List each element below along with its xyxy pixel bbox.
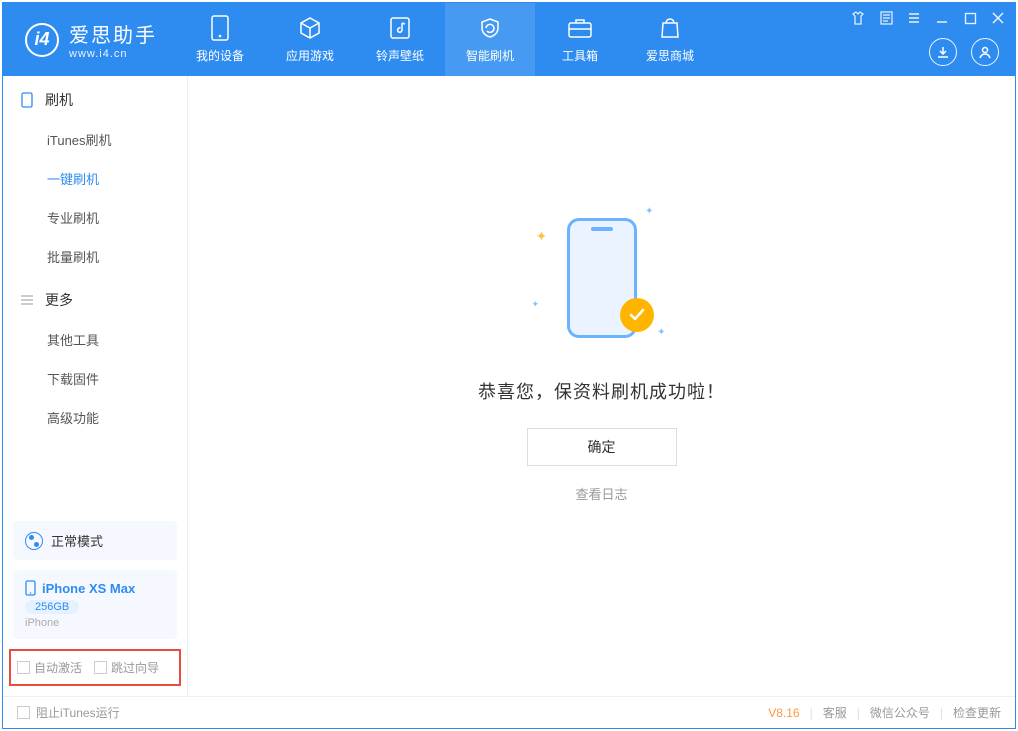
device-name: iPhone XS Max (42, 581, 135, 596)
nav-label: 爱思商城 (646, 47, 694, 64)
sidebar: 刷机 iTunes刷机 一键刷机 专业刷机 批量刷机 更多 其他工具 下载固件 … (3, 76, 188, 696)
user-button[interactable] (971, 38, 999, 66)
check-update-link[interactable]: 检查更新 (953, 704, 1001, 721)
shirt-icon[interactable] (849, 9, 867, 27)
device-type: iPhone (25, 617, 165, 629)
storage-badge: 256GB (25, 600, 79, 614)
sidebar-item-pro-flash[interactable]: 专业刷机 (3, 198, 187, 237)
device-icon (19, 92, 35, 108)
sidebar-item-download-firmware[interactable]: 下载固件 (3, 359, 187, 398)
app-window: i4 爱思助手 www.i4.cn 我的设备 应用游戏 (2, 2, 1016, 729)
mode-label: 正常模式 (51, 531, 103, 550)
app-subtitle: www.i4.cn (69, 48, 157, 60)
main-content: ✦ ✦ ✦ ✦ 恭喜您，保资料刷机成功啦！ 确定 查看日志 (188, 76, 1015, 696)
phone-icon (207, 15, 233, 41)
sidebar-item-batch-flash[interactable]: 批量刷机 (3, 237, 187, 276)
sidebar-item-other-tools[interactable]: 其他工具 (3, 320, 187, 359)
nav-label: 铃声壁纸 (376, 47, 424, 64)
sparkle-icon: ✦ (536, 228, 548, 245)
top-nav: 我的设备 应用游戏 铃声壁纸 智能刷机 (175, 3, 715, 76)
footer: 阻止iTunes运行 V8.16 | 客服 | 微信公众号 | 检查更新 (3, 696, 1015, 728)
maximize-icon[interactable] (961, 9, 979, 27)
auto-activate-label: 自动激活 (34, 659, 82, 676)
nav-my-device[interactable]: 我的设备 (175, 3, 265, 76)
close-icon[interactable] (989, 9, 1007, 27)
sidebar-group-title: 更多 (45, 290, 73, 310)
skip-guide-label: 跳过向导 (111, 659, 159, 676)
nav-label: 工具箱 (562, 47, 598, 64)
checkbox-icon (17, 661, 30, 674)
nav-store[interactable]: 爱思商城 (625, 3, 715, 76)
block-itunes-checkbox[interactable]: 阻止iTunes运行 (17, 704, 120, 721)
nav-label: 应用游戏 (286, 47, 334, 64)
sidebar-item-oneclick-flash[interactable]: 一键刷机 (3, 159, 187, 198)
refresh-shield-icon (477, 15, 503, 41)
nav-apps[interactable]: 应用游戏 (265, 3, 355, 76)
phone-small-icon (25, 580, 36, 596)
success-message: 恭喜您，保资料刷机成功啦！ (478, 378, 725, 404)
view-log-link[interactable]: 查看日志 (575, 484, 627, 503)
sidebar-group-title: 刷机 (45, 90, 73, 110)
menu-icon[interactable] (905, 9, 923, 27)
sparkle-icon: ✦ (532, 299, 540, 310)
version-label: V8.16 (768, 706, 799, 720)
flash-options-highlight: 自动激活 跳过向导 (9, 649, 181, 686)
customer-service-link[interactable]: 客服 (823, 704, 847, 721)
mode-icon (25, 532, 43, 550)
logo-block: i4 爱思助手 www.i4.cn (3, 19, 175, 60)
sparkle-icon: ✦ (657, 327, 665, 338)
device-block[interactable]: iPhone XS Max 256GB iPhone (13, 570, 177, 639)
sidebar-group-flash: 刷机 (3, 76, 187, 120)
download-button[interactable] (929, 38, 957, 66)
header-actions (929, 38, 999, 66)
mode-block[interactable]: 正常模式 (13, 521, 177, 560)
checkbox-icon (17, 706, 30, 719)
sidebar-item-itunes-flash[interactable]: iTunes刷机 (3, 120, 187, 159)
check-badge-icon (620, 298, 654, 332)
wechat-link[interactable]: 微信公众号 (870, 704, 930, 721)
ok-button[interactable]: 确定 (527, 428, 677, 466)
nav-label: 我的设备 (196, 47, 244, 64)
block-itunes-label: 阻止iTunes运行 (36, 704, 120, 721)
note-icon[interactable] (877, 9, 895, 27)
nav-ringtones[interactable]: 铃声壁纸 (355, 3, 445, 76)
sparkle-icon: ✦ (645, 206, 653, 217)
logo-icon: i4 (25, 23, 59, 57)
separator: | (857, 706, 860, 720)
body: 刷机 iTunes刷机 一键刷机 专业刷机 批量刷机 更多 其他工具 下载固件 … (3, 76, 1015, 696)
separator: | (810, 706, 813, 720)
bag-icon (657, 15, 683, 41)
window-controls (849, 9, 1007, 27)
sidebar-group-more: 更多 (3, 276, 187, 320)
list-icon (19, 292, 35, 308)
skip-guide-checkbox[interactable]: 跳过向导 (94, 659, 159, 676)
nav-toolbox[interactable]: 工具箱 (535, 3, 625, 76)
app-title: 爱思助手 (69, 19, 157, 48)
nav-label: 智能刷机 (466, 47, 514, 64)
toolbox-icon (567, 15, 593, 41)
minimize-icon[interactable] (933, 9, 951, 27)
auto-activate-checkbox[interactable]: 自动激活 (17, 659, 82, 676)
separator: | (940, 706, 943, 720)
checkbox-icon (94, 661, 107, 674)
sidebar-item-advanced[interactable]: 高级功能 (3, 398, 187, 437)
success-illustration: ✦ ✦ ✦ ✦ (532, 210, 672, 350)
cube-icon (297, 15, 323, 41)
music-file-icon (387, 15, 413, 41)
header: i4 爱思助手 www.i4.cn 我的设备 应用游戏 (3, 3, 1015, 76)
nav-flash[interactable]: 智能刷机 (445, 3, 535, 76)
